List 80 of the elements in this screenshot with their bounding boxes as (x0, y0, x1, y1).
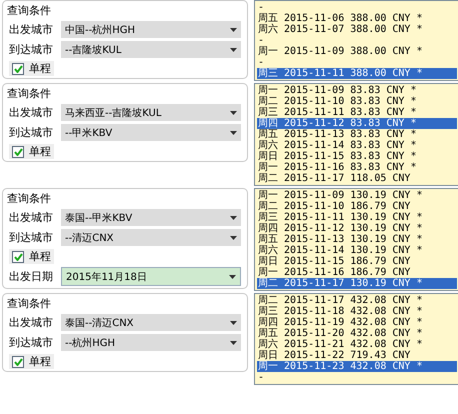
fare-row[interactable]: 周六 2015-11-21 432.08 CNY * (257, 339, 457, 350)
date-picker[interactable]: 2015年11月18日 (61, 267, 241, 286)
fare-row[interactable]: 周一 2015-11-16 83.83 CNY * (257, 162, 457, 173)
fare-row[interactable]: 周一 2015-11-09 83.83 CNY * (257, 85, 457, 96)
empty-row[interactable]: - (257, 57, 457, 68)
city-dropdown[interactable]: 中国--杭州HGH (61, 21, 241, 38)
group-title: 查询条件 (7, 191, 51, 206)
caret-icon (229, 274, 236, 278)
fare-row[interactable]: 周六 2015-11-07 388.00 CNY * (257, 24, 457, 35)
field-label: 出发城市 (9, 210, 53, 225)
checkbox[interactable] (12, 146, 24, 158)
caret-icon (230, 28, 237, 32)
checkbox[interactable] (12, 62, 24, 74)
fare-row[interactable]: 周四 2015-11-12 83.83 CNY * (257, 118, 457, 129)
one-way-checkbox[interactable]: 单程 (9, 144, 54, 159)
city-dropdown[interactable]: 马来西亚--吉隆坡KUL (61, 104, 241, 121)
check-icon (14, 252, 22, 260)
fare-row[interactable]: 周五 2015-11-13 83.83 CNY * (257, 129, 457, 140)
caret-icon (230, 48, 237, 52)
fare-row[interactable]: 周日 2015-11-15 83.83 CNY * (257, 151, 457, 162)
check-icon (14, 64, 22, 72)
fare-row[interactable]: 周五 2015-11-13 130.19 CNY * (257, 234, 457, 245)
caret-icon (230, 236, 237, 240)
group-title: 查询条件 (7, 296, 51, 311)
one-way-checkbox[interactable]: 单程 (9, 61, 54, 76)
fare-row[interactable]: 周日 2015-11-22 719.43 CNY (257, 350, 457, 361)
field-label: 到达城市 (9, 230, 53, 245)
caret-icon (230, 130, 237, 134)
fare-row[interactable]: 周二 2015-11-17 432.08 CNY * (257, 295, 457, 306)
fare-list[interactable]: 周二 2015-11-17 432.08 CNY * 周三 2015-11-18 432.08 CNY * 周四 2015-11-19 432.08 CNY * 周五 2015-11-20 432.08 CNY * 周六 2015-11-21 432.08 CNY * 周日 2015-11-22 719.43 CNY 周一 2015-11-23 432.08 CNY * - (254, 293, 458, 385)
fare-row[interactable]: 周四 2015-11-19 432.08 CNY * (257, 317, 457, 328)
empty-row[interactable]: - (257, 2, 457, 13)
fare-list[interactable]: - 周五 2015-11-06 388.00 CNY * 周六 2015-11-07 388.00 CNY * - 周一 2015-11-09 388.00 CNY * - 周三 2015-11-11 388.00 CNY * (254, 0, 458, 81)
fare-row[interactable]: 周五 2015-11-06 388.00 CNY * (257, 13, 457, 24)
caret-icon (230, 320, 237, 324)
fare-row[interactable]: 周一 2015-11-09 130.19 CNY * (257, 190, 457, 201)
field-label: 到达城市 (9, 335, 53, 350)
caret-icon (230, 110, 237, 114)
field-label: 到达城市 (9, 125, 53, 140)
fare-row[interactable]: 周三 2015-11-11 388.00 CNY * (257, 68, 457, 79)
group-title: 查询条件 (7, 3, 51, 18)
one-way-checkbox[interactable]: 单程 (9, 354, 54, 369)
fare-row[interactable]: 周三 2015-11-11 83.83 CNY * (257, 107, 457, 118)
fare-row[interactable]: 周三 2015-11-18 432.08 CNY * (257, 306, 457, 317)
fare-row[interactable]: 周二 2015-11-10 83.83 CNY * (257, 96, 457, 107)
empty-row[interactable]: - (257, 372, 457, 383)
city-dropdown[interactable]: --清迈CNX (61, 229, 241, 246)
fare-row[interactable]: 周二 2015-11-17 118.05 CNY (257, 173, 457, 184)
fare-row[interactable]: 周一 2015-11-09 388.00 CNY * (257, 46, 457, 57)
field-label: 出发城市 (9, 22, 53, 37)
city-dropdown[interactable]: --杭州HGH (61, 334, 241, 351)
field-label: 出发城市 (9, 105, 53, 120)
one-way-checkbox[interactable]: 单程 (9, 249, 54, 264)
fare-row[interactable]: 周日 2015-11-15 186.79 CNY (257, 256, 457, 267)
field-label: 到达城市 (9, 42, 53, 57)
checkbox[interactable] (12, 250, 24, 262)
city-dropdown[interactable]: 泰国--甲米KBV (61, 209, 241, 226)
caret-icon (230, 340, 237, 344)
city-dropdown[interactable]: 泰国--清迈CNX (61, 314, 241, 331)
empty-row[interactable]: - (257, 35, 457, 46)
caret-icon (230, 216, 237, 220)
check-icon (14, 148, 22, 156)
fare-row[interactable]: 周三 2015-11-11 130.19 CNY * (257, 212, 457, 223)
fare-row[interactable]: 周二 2015-11-17 130.19 CNY * (257, 278, 457, 289)
city-dropdown[interactable]: --甲米KBV (61, 124, 241, 141)
group-title: 查询条件 (7, 86, 51, 101)
fare-row[interactable]: 周二 2015-11-10 186.79 CNY (257, 201, 457, 212)
fare-list[interactable] (254, 83, 458, 186)
fare-row[interactable]: 周五 2015-11-20 432.08 CNY * (257, 328, 457, 339)
checkbox[interactable] (12, 356, 24, 368)
city-dropdown[interactable]: --吉隆坡KUL (61, 41, 241, 58)
fare-row[interactable]: 周六 2015-11-14 130.19 CNY * (257, 245, 457, 256)
fare-row[interactable]: 周一 2015-11-23 432.08 CNY * (257, 361, 457, 372)
fare-row[interactable]: 周四 2015-11-12 130.19 CNY * (257, 223, 457, 234)
check-icon (14, 358, 22, 366)
field-label: 出发城市 (9, 315, 53, 330)
fare-row[interactable]: 周一 2015-11-16 186.79 CNY (257, 267, 457, 278)
fare-row[interactable]: 周六 2015-11-14 83.83 CNY * (257, 140, 457, 151)
field-label: 出发日期 (9, 269, 53, 284)
fare-list[interactable] (254, 188, 458, 291)
